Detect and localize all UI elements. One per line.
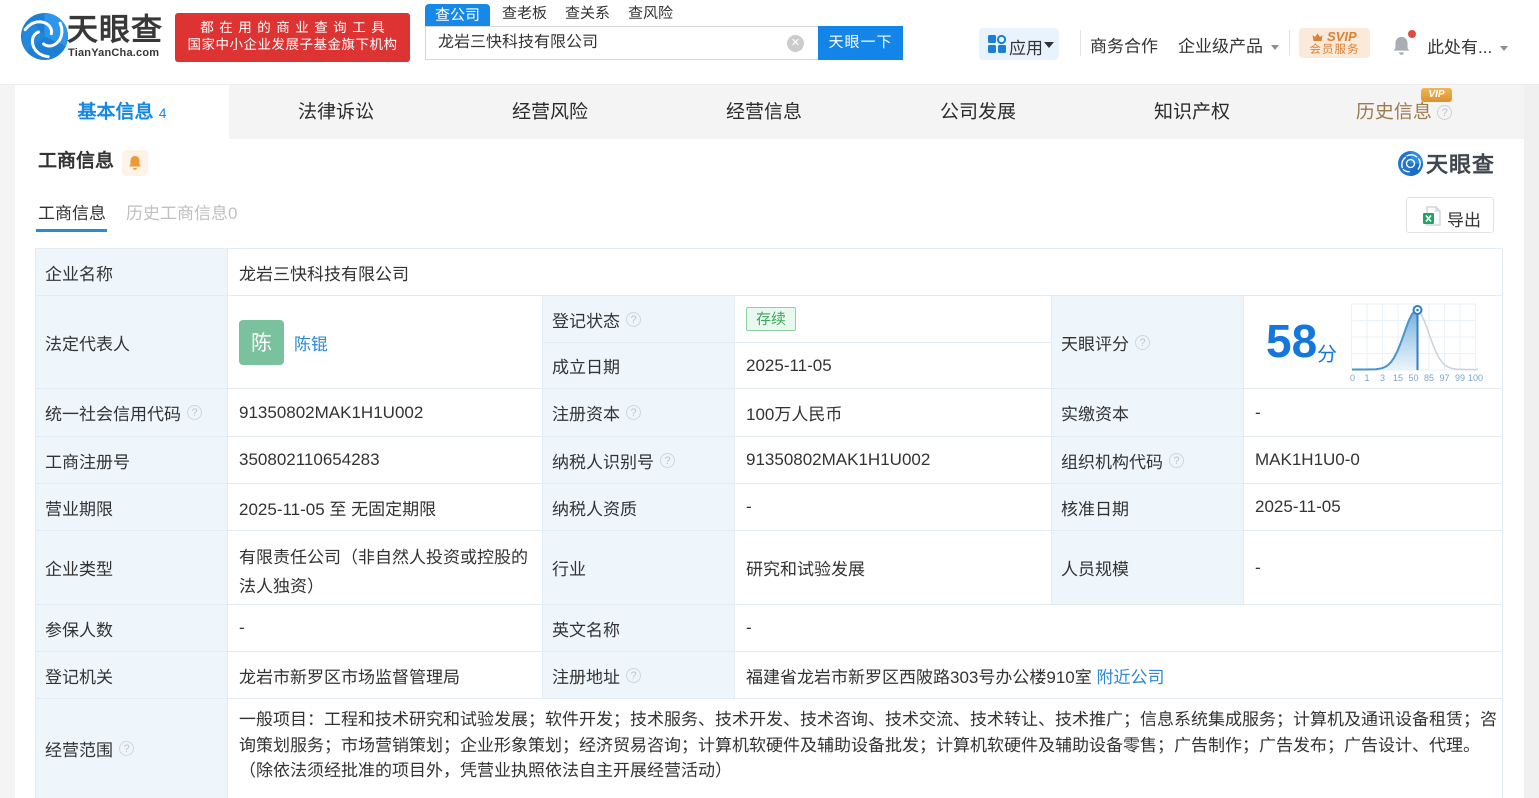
svg-text:50: 50 bbox=[1408, 373, 1418, 383]
svg-text:100: 100 bbox=[1468, 373, 1483, 383]
svg-text:3: 3 bbox=[1380, 373, 1385, 383]
svg-text:15: 15 bbox=[1393, 373, 1403, 383]
svg-text:85: 85 bbox=[1424, 373, 1434, 383]
svg-text:99: 99 bbox=[1455, 373, 1465, 383]
svg-text:1: 1 bbox=[1364, 373, 1369, 383]
svg-text:0: 0 bbox=[1350, 373, 1355, 383]
svg-text:97: 97 bbox=[1439, 373, 1449, 383]
